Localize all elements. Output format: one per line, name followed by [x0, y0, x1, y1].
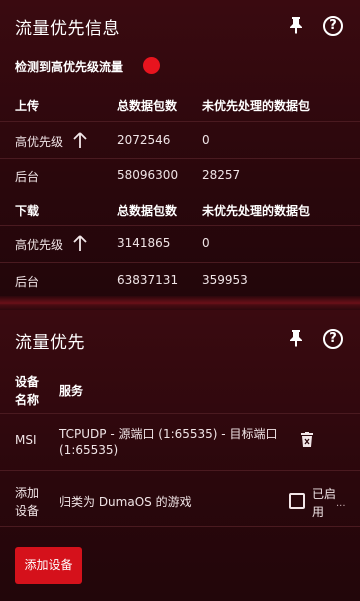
game-classification-text: 归类为 DumaOS 的游戏 — [59, 495, 192, 509]
upload-col-total: 总数据包数 — [117, 99, 178, 113]
service-description-line1: TCPUDP - 源端口 (1:65535) - 目标端口 — [59, 427, 278, 441]
high-priority-detected-label: 检测到高优先级流量 — [15, 60, 124, 74]
download-col-total: 总数据包数 — [117, 204, 178, 218]
upload-row-label: 高优先级 — [15, 135, 64, 149]
download-header: 下载 — [15, 204, 40, 218]
enabled-label-line1: 已启 — [312, 487, 337, 501]
download-row-label: 高优先级 — [15, 238, 64, 252]
col-device-name-line2: 名称 — [15, 393, 40, 407]
enabled-checkbox[interactable] — [289, 493, 305, 509]
traffic-priority-title: 流量优先 — [15, 333, 85, 353]
divider — [0, 225, 360, 226]
pin-icon[interactable] — [288, 329, 304, 347]
download-row-total: 3141865 — [117, 236, 171, 250]
col-service: 服务 — [59, 384, 84, 398]
divider — [0, 158, 360, 159]
col-device-name-line1: 设备 — [15, 375, 40, 389]
upload-row-total: 58096300 — [117, 168, 179, 182]
upload-col-unprioritized: 未优先处理的数据包 — [202, 99, 311, 113]
arrow-up-icon — [73, 132, 87, 148]
upload-header: 上传 — [15, 99, 40, 113]
upload-row-unprioritized: 0 — [202, 133, 210, 147]
upload-row-total: 2072546 — [117, 133, 171, 147]
add-device-label-line2: 设备 — [15, 504, 40, 518]
priority-info-title: 流量优先信息 — [15, 19, 120, 39]
enabled-label-line2: 用 — [312, 505, 325, 519]
download-col-unprioritized: 未优先处理的数据包 — [202, 204, 311, 218]
help-icon[interactable]: ? — [323, 16, 343, 36]
upload-row-unprioritized: 28257 — [202, 168, 241, 182]
pin-icon[interactable] — [288, 16, 304, 34]
overflow-ellipsis: ... — [336, 498, 346, 509]
arrow-up-icon — [73, 235, 87, 251]
download-row-unprioritized: 359953 — [202, 273, 248, 287]
delete-icon[interactable] — [300, 432, 314, 448]
priority-info-panel: 流量优先信息 ? 检测到高优先级流量 上传 总数据包数 未优先处理的数据包 高优… — [0, 0, 360, 298]
download-row-total: 63837131 — [117, 273, 179, 287]
upload-row-label: 后台 — [15, 170, 40, 184]
divider — [0, 121, 360, 122]
divider — [0, 413, 360, 414]
add-device-button[interactable]: 添加设备 — [15, 547, 82, 584]
status-indicator-dot — [143, 57, 160, 74]
divider — [0, 470, 360, 471]
divider — [0, 526, 360, 527]
service-description-line2: (1:65535) — [59, 443, 119, 457]
divider — [0, 262, 360, 263]
download-row-unprioritized: 0 — [202, 236, 210, 250]
device-name: MSI — [15, 433, 37, 447]
download-row-label: 后台 — [15, 275, 40, 289]
add-device-label-line1: 添加 — [15, 486, 40, 500]
help-icon[interactable]: ? — [323, 329, 343, 349]
